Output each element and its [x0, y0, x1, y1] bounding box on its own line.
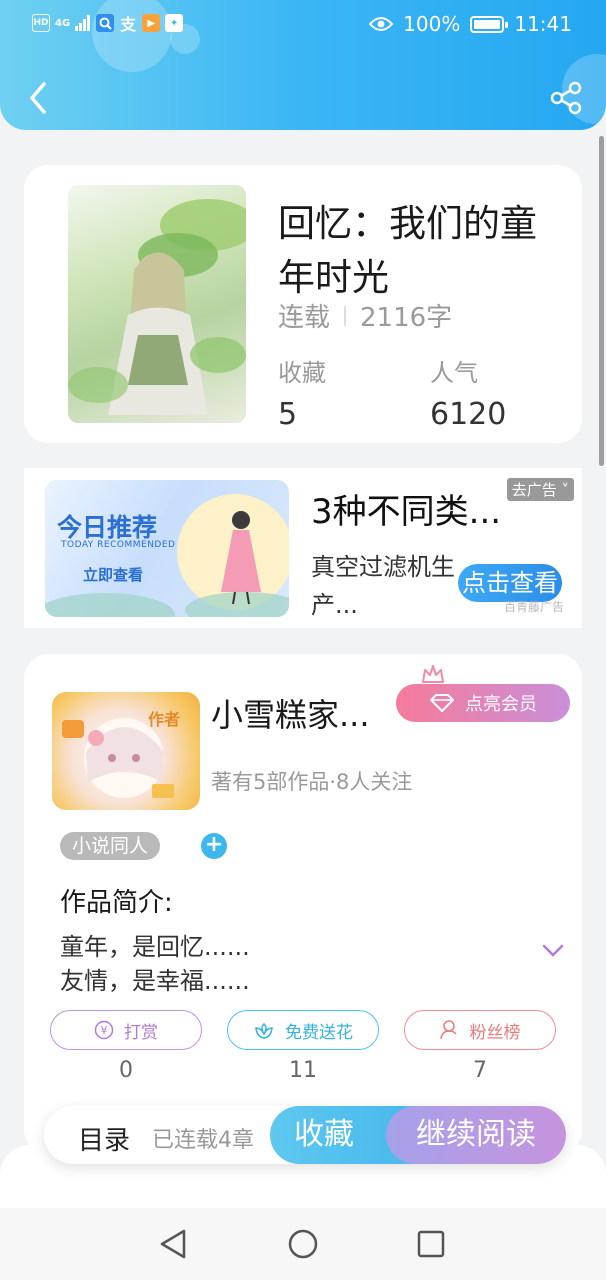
ad-image[interactable]: 今日推荐 TODAY RECOMMENDED 立即查看 — [45, 480, 289, 617]
word-count: 2116字 — [360, 303, 453, 333]
book-meta: 连载 2116字 — [278, 297, 452, 334]
chapter-count: 已连载4章 — [152, 1128, 254, 1153]
remove-ad-button[interactable]: 去广告 ˅ — [506, 478, 574, 501]
user-icon — [439, 1020, 457, 1040]
signal-bars-icon — [75, 15, 91, 31]
back-arrow-icon[interactable] — [20, 78, 60, 118]
send-flower-button[interactable]: 免费送花 — [227, 1010, 379, 1050]
intro-line: 童年，是回忆...... — [60, 933, 250, 961]
video-app-icon: ▶ — [142, 14, 161, 32]
ad-title: 3种不同类... — [311, 492, 502, 532]
author-avatar[interactable]: 作者 — [52, 692, 200, 810]
header: HD 4G 支 ▶ ✦ 100% 11:41 — [0, 0, 606, 130]
alipay-icon: 支 — [120, 15, 137, 34]
favorites-label: 收藏 — [278, 359, 326, 387]
nav-home-icon[interactable] — [287, 1228, 319, 1260]
crown-icon — [422, 665, 444, 683]
eye-icon — [369, 17, 394, 31]
author-stats: 著有5部作品·8人关注 — [211, 770, 413, 794]
ad-banner[interactable]: 今日推荐 TODAY RECOMMENDED 立即查看 3种不同类... 真空过… — [24, 468, 582, 628]
book-info-card: 回忆：我们的童年时光 连载 2116字 收藏 人气 5 6120 — [24, 165, 582, 443]
book-title: 回忆：我们的童年时光 — [278, 202, 537, 299]
ad-image-cta: 立即查看 — [83, 566, 144, 584]
yen-coin-icon: ¥ — [94, 1020, 114, 1040]
author-badge: 作者 — [148, 710, 181, 729]
nav-back-icon[interactable] — [158, 1228, 188, 1260]
battery-icon — [470, 15, 509, 33]
share-icon[interactable] — [548, 80, 584, 116]
flower-count: 11 — [289, 1058, 317, 1083]
intro-line: 友情，是幸福...... — [60, 967, 250, 995]
ad-description: 真空过滤机生产... — [311, 553, 455, 619]
toc-button[interactable]: 目录 — [78, 1120, 130, 1157]
fan-count: 7 — [473, 1058, 487, 1083]
popularity-value: 6120 — [430, 397, 507, 432]
clock: 11:41 — [514, 12, 572, 36]
expand-chevron-icon[interactable] — [542, 944, 564, 958]
bird-app-icon: ✦ — [165, 14, 184, 32]
tip-button[interactable]: ¥ 打赏 — [50, 1010, 202, 1050]
add-tag-button[interactable]: + — [201, 833, 227, 859]
continue-reading-button[interactable]: 继续阅读 — [386, 1106, 566, 1164]
hd-icon: HD — [32, 14, 50, 32]
scrollbar[interactable] — [599, 136, 604, 466]
ad-view-button[interactable]: 点击查看 — [458, 564, 562, 602]
battery-percent: 100% — [403, 12, 461, 36]
ad-image-title: 今日推荐 — [57, 513, 158, 542]
flower-icon — [255, 1022, 273, 1039]
divider — [344, 305, 347, 326]
ad-source: 百青藤广告 — [504, 600, 565, 614]
bottom-action-bar: 目录 已连载4章 收藏 继续阅读 — [44, 1106, 566, 1164]
search-app-icon — [96, 14, 115, 32]
author-card: 作者 小雪糕家... 点亮会员 著有5部作品·8人关注 小说同人 + 作品简介:… — [24, 654, 582, 1154]
system-nav-bar — [0, 1208, 606, 1280]
intro-text: 童年，是回忆...... 友情，是幸福...... — [60, 930, 250, 998]
chevron-down-icon: ˅ — [556, 481, 569, 499]
nav-recents-icon[interactable] — [416, 1229, 446, 1259]
fan-rank-button[interactable]: 粉丝榜 — [404, 1010, 556, 1050]
genre-tag[interactable]: 小说同人 — [60, 832, 161, 860]
book-status: 连载 — [278, 303, 331, 333]
ad-image-subtitle: TODAY RECOMMENDED — [61, 540, 176, 550]
favorites-value: 5 — [278, 397, 298, 432]
popularity-label: 人气 — [430, 359, 478, 387]
tip-count: 0 — [119, 1058, 133, 1083]
diamond-icon — [430, 694, 454, 712]
author-name[interactable]: 小雪糕家... — [211, 690, 370, 736]
vip-button[interactable]: 点亮会员 — [396, 684, 570, 722]
intro-heading: 作品简介: — [60, 888, 173, 918]
svg-text:¥: ¥ — [101, 1024, 108, 1037]
status-bar: HD 4G 支 ▶ ✦ 100% 11:41 — [0, 0, 606, 52]
signal-4g-icon: 4G — [55, 17, 71, 29]
book-cover-image[interactable] — [68, 185, 246, 423]
